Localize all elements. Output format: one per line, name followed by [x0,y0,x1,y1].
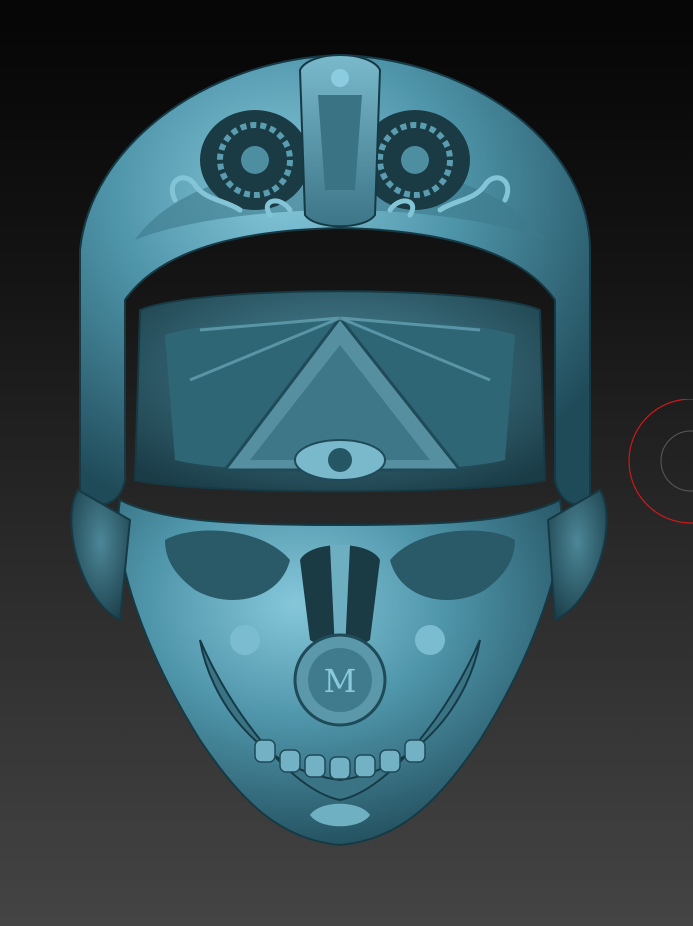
helmet-crest [298,54,382,228]
sculpt-viewport[interactable]: M [0,0,693,926]
skull-face: M [117,498,563,847]
brush-cursor-icon[interactable] [627,399,693,527]
svg-text:M: M [324,662,357,700]
skull-mask-model: M [70,53,608,847]
